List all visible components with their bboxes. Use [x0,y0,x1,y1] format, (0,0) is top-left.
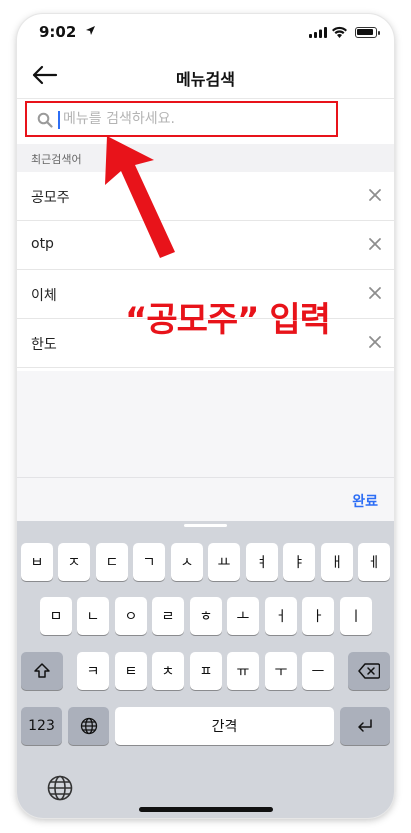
key[interactable]: ㅏ [302,597,334,635]
space-key[interactable]: 간격 [115,707,334,745]
key[interactable]: ㅊ [152,652,184,690]
key[interactable]: ㅍ [190,652,222,690]
globe-icon [80,717,97,735]
annotation-text: “공모주” 입력 [125,300,331,340]
key[interactable]: ㅛ [208,543,240,581]
annotation-arrow [105,136,175,258]
key[interactable]: ㅌ [115,652,147,690]
home-indicator [139,807,273,812]
key[interactable]: ㅑ [283,543,315,581]
shift-icon [34,663,50,678]
return-icon [358,719,372,732]
shift-key[interactable] [21,652,63,690]
delete-key[interactable] [348,652,390,690]
key[interactable]: ㅔ [358,543,390,581]
key[interactable]: ㄴ [77,597,109,635]
key[interactable]: ㅗ [227,597,259,635]
key[interactable]: ㅕ [246,543,278,581]
key[interactable]: ㅁ [40,597,72,635]
key[interactable]: ㅣ [340,597,372,635]
return-key[interactable] [340,707,390,745]
key[interactable]: ㅂ [21,543,53,581]
key[interactable]: ㅠ [227,652,259,690]
keyboard-grabber [184,524,227,527]
backspace-icon [358,663,380,679]
globe-key[interactable] [68,707,109,745]
empty-area [17,371,394,477]
key[interactable]: ㅡ [302,652,334,690]
key[interactable]: ㅎ [190,597,222,635]
globe-icon[interactable] [46,774,74,802]
numbers-key[interactable]: 123 [21,707,62,745]
done-button[interactable]: 완료 [352,491,378,511]
key[interactable]: ㅓ [265,597,297,635]
key[interactable]: ㄹ [152,597,184,635]
key[interactable]: ㅇ [115,597,147,635]
keyboard: ㅂ ㅈ ㄷ ㄱ ㅅ ㅛ ㅕ ㅑ ㅐ ㅔ ㅁ ㄴ ㅇ ㄹ ㅎ ㅗ ㅓ ㅏ ㅣ ㅋ … [17,521,394,818]
key[interactable]: ㅅ [171,543,203,581]
key[interactable]: ㅋ [77,652,109,690]
keyboard-accessory-bar: 완료 [17,477,394,521]
key[interactable]: ㅐ [321,543,353,581]
key[interactable]: ㅈ [58,543,90,581]
key[interactable]: ㄱ [133,543,165,581]
key[interactable]: ㄷ [96,543,128,581]
recent-search-label: 한도 [31,337,57,353]
close-icon[interactable] [368,335,382,349]
key[interactable]: ㅜ [265,652,297,690]
phone-screen: 9:02 메뉴검색 최근검색 [17,14,394,818]
